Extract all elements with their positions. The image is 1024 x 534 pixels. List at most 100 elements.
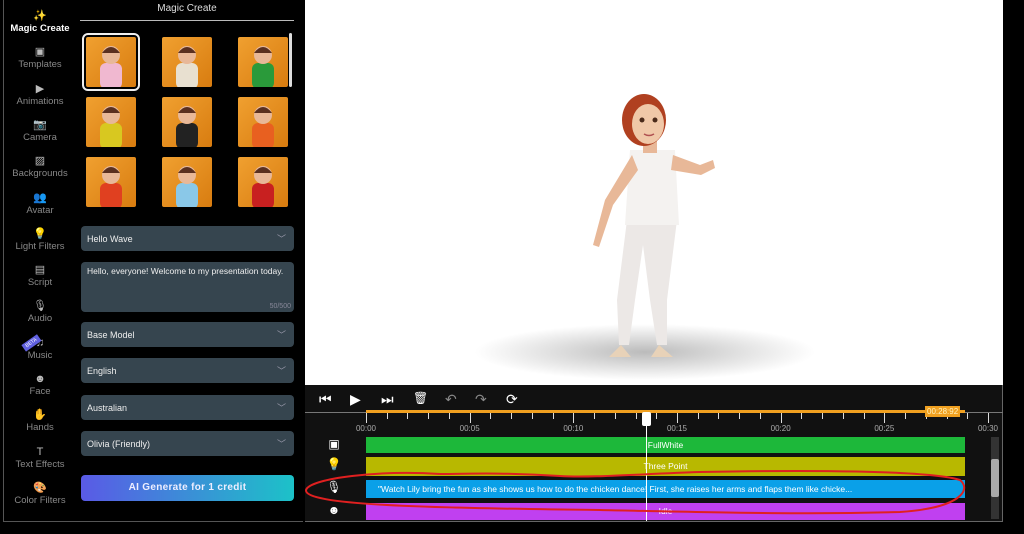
language-value: English	[87, 366, 117, 376]
sidebar-item-label: Color Filters	[14, 494, 66, 506]
sidebar-item-text-effects[interactable]: T Text Effects	[4, 446, 76, 470]
magic-wand-icon: ✨	[33, 10, 47, 22]
avatar-thumbnail-red-shirt[interactable]	[86, 157, 136, 207]
ruler-tick	[801, 413, 803, 419]
timeline-scrollbar[interactable]	[991, 437, 999, 519]
ruler-tick	[490, 413, 492, 419]
animation-icon: ▶	[35, 82, 45, 95]
palette-icon: 🎨	[33, 481, 47, 494]
ruler-tick	[988, 413, 989, 423]
camera-icon: 📷	[33, 118, 47, 131]
background-icon: ▣	[328, 437, 340, 451]
avatar-icon: 👥	[33, 191, 47, 204]
ruler-label: 00:30	[977, 424, 999, 433]
sidebar-item-label: Face	[29, 386, 51, 397]
sidebar-item-label: Avatar	[26, 204, 54, 216]
duration-bar	[366, 410, 965, 413]
sidebar-item-face[interactable]: ☻ Face	[4, 373, 76, 397]
avatar-thumbnail-red-top[interactable]	[238, 157, 288, 207]
avatar-thumbnail-skeleton[interactable]	[162, 37, 212, 87]
playhead-line[interactable]	[645, 413, 647, 521]
sidebar-item-camera[interactable]: 📷 Camera	[4, 119, 76, 143]
playhead-handle[interactable]	[641, 412, 651, 426]
sidebar-item-label: Audio	[27, 313, 53, 325]
ruler-tick	[884, 413, 886, 423]
sidebar-item-label: Light Filters	[15, 240, 65, 252]
model-select[interactable]: Base Model ﹀	[81, 322, 294, 347]
ruler-tick	[697, 413, 699, 419]
sidebar-item-label: Animations	[16, 95, 64, 107]
ai-generate-button[interactable]: AI Generate for 1 credit	[81, 475, 294, 501]
trash-icon[interactable]: 🗑	[413, 391, 428, 405]
sidebar-item-templates[interactable]: ▣ Templates	[4, 46, 76, 70]
sidebar-item-label: Text Effects	[15, 458, 65, 470]
sidebar-item-light-filters[interactable]: 💡 Light Filters	[4, 228, 76, 252]
accent-value: Australian	[87, 403, 128, 413]
sidebar-item-animations[interactable]: ▶ Animations	[4, 83, 76, 107]
ruler-tick	[614, 413, 616, 419]
undo-button[interactable]: ↶	[445, 391, 457, 408]
avatar-thumbnail-bunny[interactable]	[82, 33, 140, 91]
ruler-tick	[718, 413, 720, 419]
timeline-track-clip[interactable]: "Watch Lily bring the fun as she shows u…	[366, 480, 965, 498]
sidebar-item-label: Music	[27, 349, 53, 361]
avatar-character	[475, 94, 815, 380]
avatar-thumbnail-striped[interactable]	[162, 97, 212, 147]
animation-select[interactable]: Hello Wave ﹀	[81, 226, 294, 251]
ruler-tick	[511, 413, 513, 419]
redo-button[interactable]: ↷	[475, 391, 487, 408]
timeline-track-clip[interactable]: FullWhite	[366, 437, 965, 453]
loop-button[interactable]: ⟳	[506, 391, 518, 408]
ruler-label: 00:15	[666, 424, 688, 433]
ruler-tick	[366, 413, 367, 423]
ruler-label: 00:05	[459, 424, 480, 433]
avatar-thumbnail-hat[interactable]	[162, 157, 212, 207]
panel-scrollbar[interactable]	[289, 33, 292, 87]
ruler-tick	[822, 413, 824, 419]
avatar-thumbnail-yellow-jacket[interactable]	[86, 97, 136, 147]
script-textarea[interactable]: Hello, everyone! Welcome to my presentat…	[81, 262, 294, 312]
sidebar-item-backgrounds[interactable]: ▨ Backgrounds	[4, 155, 76, 179]
sidebar-item-avatar[interactable]: 👥 Avatar	[4, 192, 76, 216]
script-text: Hello, everyone! Welcome to my presentat…	[87, 266, 284, 276]
sidebar-item-color-filters[interactable]: 🎨 Color Filters	[4, 482, 76, 506]
ruler-tick	[469, 413, 471, 423]
ruler-label: 00:25	[874, 424, 895, 433]
voice-select[interactable]: Olivia (Friendly) ﹀	[81, 431, 294, 456]
sidebar-item-music[interactable]: ♫ Music BETA	[4, 334, 76, 361]
sidebar-item-magic-create[interactable]: ✨ Magic Create	[4, 10, 76, 34]
chevron-down-icon: ﹀	[276, 403, 286, 413]
ruler-label: 00:10	[563, 424, 584, 433]
skip-end-button[interactable]: ⏭	[381, 391, 394, 408]
sidebar-nav: ✨ Magic Create ▣ Templates ▶ Animations 📷 Camer…	[3, 0, 75, 522]
sidebar-item-label: Camera	[23, 131, 57, 143]
avatar-thumbnail-orange-shirt[interactable]	[238, 97, 288, 147]
language-select[interactable]: English ﹀	[81, 358, 294, 383]
chevron-down-icon: ﹀	[276, 234, 286, 244]
preview-canvas[interactable]	[305, 0, 1003, 385]
sidebar-item-script[interactable]: ▤ Script	[4, 264, 76, 288]
face-icon: ☻	[34, 373, 46, 385]
face-icon: ☻	[327, 503, 341, 517]
ruler-label: 00:20	[770, 424, 791, 433]
accent-select[interactable]: Australian ﹀	[81, 395, 294, 420]
scrollbar-thumb[interactable]	[991, 459, 999, 497]
ruler-tick	[552, 413, 554, 419]
skip-start-button[interactable]: ⏮	[319, 391, 332, 408]
sidebar-item-label: Backgrounds	[12, 168, 68, 180]
avatar-thumbnail-elf[interactable]	[238, 37, 288, 87]
sidebar-item-hands[interactable]: ✋ Hands	[4, 409, 76, 433]
sidebar-item-label: Hands	[26, 422, 54, 434]
sidebar-item-audio[interactable]: 🎙 Audio	[4, 300, 76, 324]
ruler-tick	[407, 413, 409, 419]
play-button[interactable]: ▶	[350, 391, 361, 408]
ruler-tick	[905, 413, 907, 419]
ruler-tick	[967, 413, 969, 419]
timeline-track-clip[interactable]: Three Point	[366, 457, 965, 476]
sidebar-item-label: Magic Create	[10, 23, 70, 34]
timeline-track-clip[interactable]: Idle	[366, 503, 965, 520]
ruler-tick	[386, 413, 388, 419]
ruler-tick	[656, 413, 658, 419]
char-count: 50/500	[269, 303, 291, 310]
hand-icon: ✋	[33, 409, 47, 422]
